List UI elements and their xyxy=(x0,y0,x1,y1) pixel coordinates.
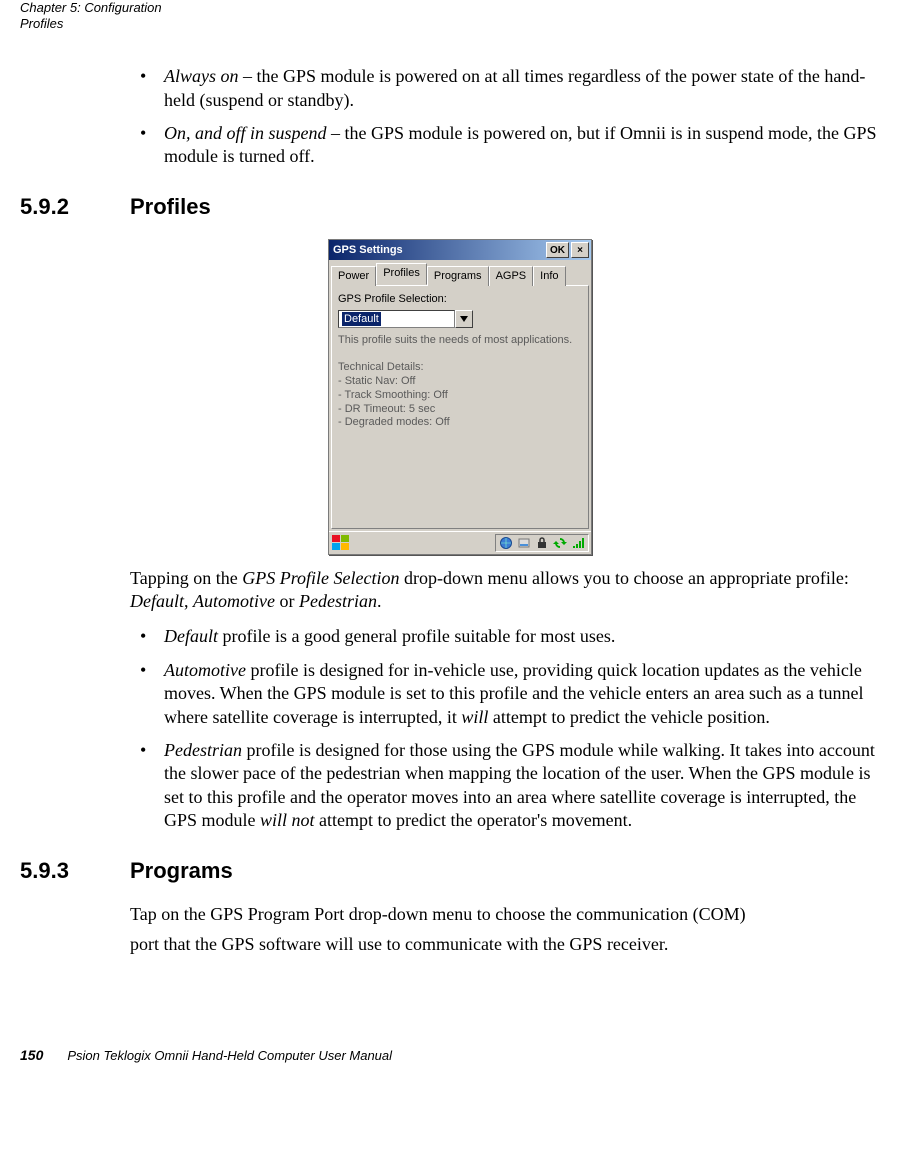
rest: – the GPS module is powered on at all ti… xyxy=(164,66,865,109)
tab-profiles[interactable]: Profiles xyxy=(376,263,427,284)
card-icon[interactable] xyxy=(517,536,531,550)
heading-number: 5.9.2 xyxy=(20,193,130,222)
term: Default xyxy=(164,626,218,646)
ok-button[interactable]: OK xyxy=(546,242,569,258)
list-item: Always on – the GPS module is powered on… xyxy=(130,65,890,112)
footer-text: Psion Teklogix Omnii Hand-Held Computer … xyxy=(67,1048,392,1065)
profile-selection-label: GPS Profile Selection: xyxy=(338,292,582,306)
programs-paragraph-line2: port that the GPS software will use to c… xyxy=(130,933,890,956)
title-bar: GPS Settings OK × xyxy=(329,240,591,260)
list-item: Default profile is a good general profil… xyxy=(130,625,890,648)
programs-paragraph-line1: Tap on the GPS Program Port drop-down me… xyxy=(130,903,890,926)
close-button[interactable]: × xyxy=(571,242,589,258)
term: Always on xyxy=(164,66,239,86)
tab-power[interactable]: Power xyxy=(331,266,376,285)
page-footer: 150 Psion Teklogix Omnii Hand-Held Compu… xyxy=(20,1046,900,1065)
profile-dropdown-value: Default xyxy=(338,310,455,328)
heading-title: Programs xyxy=(130,857,233,886)
profiles-intro-paragraph: Tapping on the GPS Profile Selection dro… xyxy=(130,567,890,614)
tab-info[interactable]: Info xyxy=(533,266,565,285)
system-tray xyxy=(495,534,589,552)
profile-bullet-list: Default profile is a good general profil… xyxy=(130,625,890,832)
tab-agps[interactable]: AGPS xyxy=(489,266,534,285)
chevron-down-icon[interactable] xyxy=(455,310,473,328)
start-icon[interactable] xyxy=(331,535,349,551)
heading-5-9-2: 5.9.2 Profiles xyxy=(20,193,900,222)
tab-strip: Power Profiles Programs AGPS Info xyxy=(329,260,591,284)
taskbar xyxy=(329,531,591,554)
page-number: 150 xyxy=(20,1046,43,1064)
term: Automotive xyxy=(164,660,246,680)
gps-settings-window: GPS Settings OK × Power Profiles Program… xyxy=(328,239,592,554)
rest: profile is a good general profile suitab… xyxy=(218,626,615,646)
globe-icon[interactable] xyxy=(499,536,513,550)
heading-5-9-3: 5.9.3 Programs xyxy=(20,857,900,886)
tab-panel: GPS Profile Selection: Default This prof… xyxy=(331,285,589,529)
list-item: On, and off in suspend – the GPS module … xyxy=(130,122,890,169)
heading-title: Profiles xyxy=(130,193,211,222)
intro-bullet-list: Always on – the GPS module is powered on… xyxy=(130,65,890,169)
signal-icon[interactable] xyxy=(571,536,585,550)
heading-number: 5.9.3 xyxy=(20,857,130,886)
profile-dropdown[interactable]: Default xyxy=(338,310,473,328)
running-head: Chapter 5: Configuration Profiles xyxy=(20,0,900,31)
sync-icon[interactable] xyxy=(553,536,567,550)
term: Pedestrian xyxy=(164,740,242,760)
lock-icon[interactable] xyxy=(535,536,549,550)
profile-description: This profile suits the needs of most app… xyxy=(338,334,582,430)
list-item: Automotive profile is designed for in-ve… xyxy=(130,659,890,729)
list-item: Pedestrian profile is designed for those… xyxy=(130,739,890,833)
tab-programs[interactable]: Programs xyxy=(427,266,489,285)
window-title: GPS Settings xyxy=(333,243,403,257)
term: On, and off in suspend xyxy=(164,123,327,143)
